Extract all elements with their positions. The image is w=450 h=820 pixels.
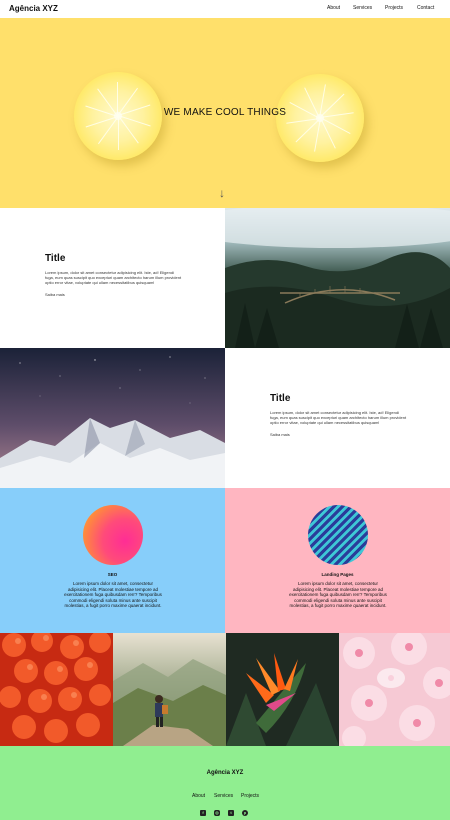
feature-card-seo: SEO Lorem ipsum dolor sit amet, consecte… [0, 488, 225, 633]
gallery-image-hiker[interactable] [113, 633, 226, 746]
section-body: Lorem ipsum, dolor sit amet consectetur … [45, 270, 182, 285]
forest-bridge-image [225, 208, 450, 348]
nav-link-contact[interactable]: Contact [417, 5, 434, 11]
hero-title: WE MAKE COOL THINGS [163, 107, 287, 118]
footer-link-services[interactable]: Services [214, 793, 233, 799]
feature-title: SEO [107, 572, 118, 577]
snowy-mountain-image [0, 348, 225, 488]
feature-title: Landing Pages [321, 572, 354, 577]
nav-link-services[interactable]: Services [353, 5, 372, 11]
section-title: Title [45, 253, 66, 264]
read-more-link[interactable]: Saiba mais [45, 292, 183, 297]
feature-card-landing-pages: Landing Pages Lorem ipsum dolor sit amet… [225, 488, 450, 633]
navbar: Agência XYZ About Services Projects Cont… [0, 0, 450, 18]
footer-brand: Agência XYZ [206, 770, 244, 776]
gradient-circle-icon [83, 505, 143, 565]
intro-text-panel: Title Lorem ipsum, dolor sit amet consec… [0, 208, 225, 348]
footer-link-about[interactable]: About [192, 793, 205, 799]
text-block: Title Lorem ipsum, dolor sit amet consec… [270, 393, 408, 437]
section-title: Title [270, 393, 291, 404]
facebook-icon[interactable]: f [200, 810, 206, 816]
nav-link-about[interactable]: About [327, 5, 340, 11]
section-body: Lorem ipsum, dolor sit amet consectetur … [270, 410, 407, 425]
pinterest-icon[interactable]: p [242, 810, 248, 816]
scroll-down-icon[interactable]: ↓ [219, 186, 225, 200]
feature-body: Lorem ipsum dolor sit amet, consectetur … [64, 581, 162, 608]
instagram-icon[interactable]: ◎ [214, 810, 220, 816]
detail-text-panel: Title Lorem ipsum, dolor sit amet consec… [225, 348, 450, 488]
text-block: Title Lorem ipsum, dolor sit amet consec… [45, 253, 183, 297]
gallery-image-bird-of-paradise[interactable] [226, 633, 339, 746]
twitter-icon[interactable]: t [228, 810, 234, 816]
footer-link-projects[interactable]: Projects [241, 793, 259, 799]
gallery-image-tomatoes[interactable] [0, 633, 113, 746]
gallery-image-pink-flowers[interactable] [339, 633, 450, 746]
site-footer: Agência XYZ About Services Projects f ◎ … [0, 746, 450, 820]
striped-circle-icon [308, 505, 368, 565]
hero-section: WE MAKE COOL THINGS ↓ [0, 18, 450, 208]
feature-body: Lorem ipsum dolor sit amet, consectetur … [289, 581, 387, 608]
lemon-slice-image [276, 74, 364, 162]
nav-link-projects[interactable]: Projects [385, 5, 403, 11]
brand-logo[interactable]: Agência XYZ [9, 4, 58, 13]
read-more-link[interactable]: Saiba mais [270, 432, 408, 437]
